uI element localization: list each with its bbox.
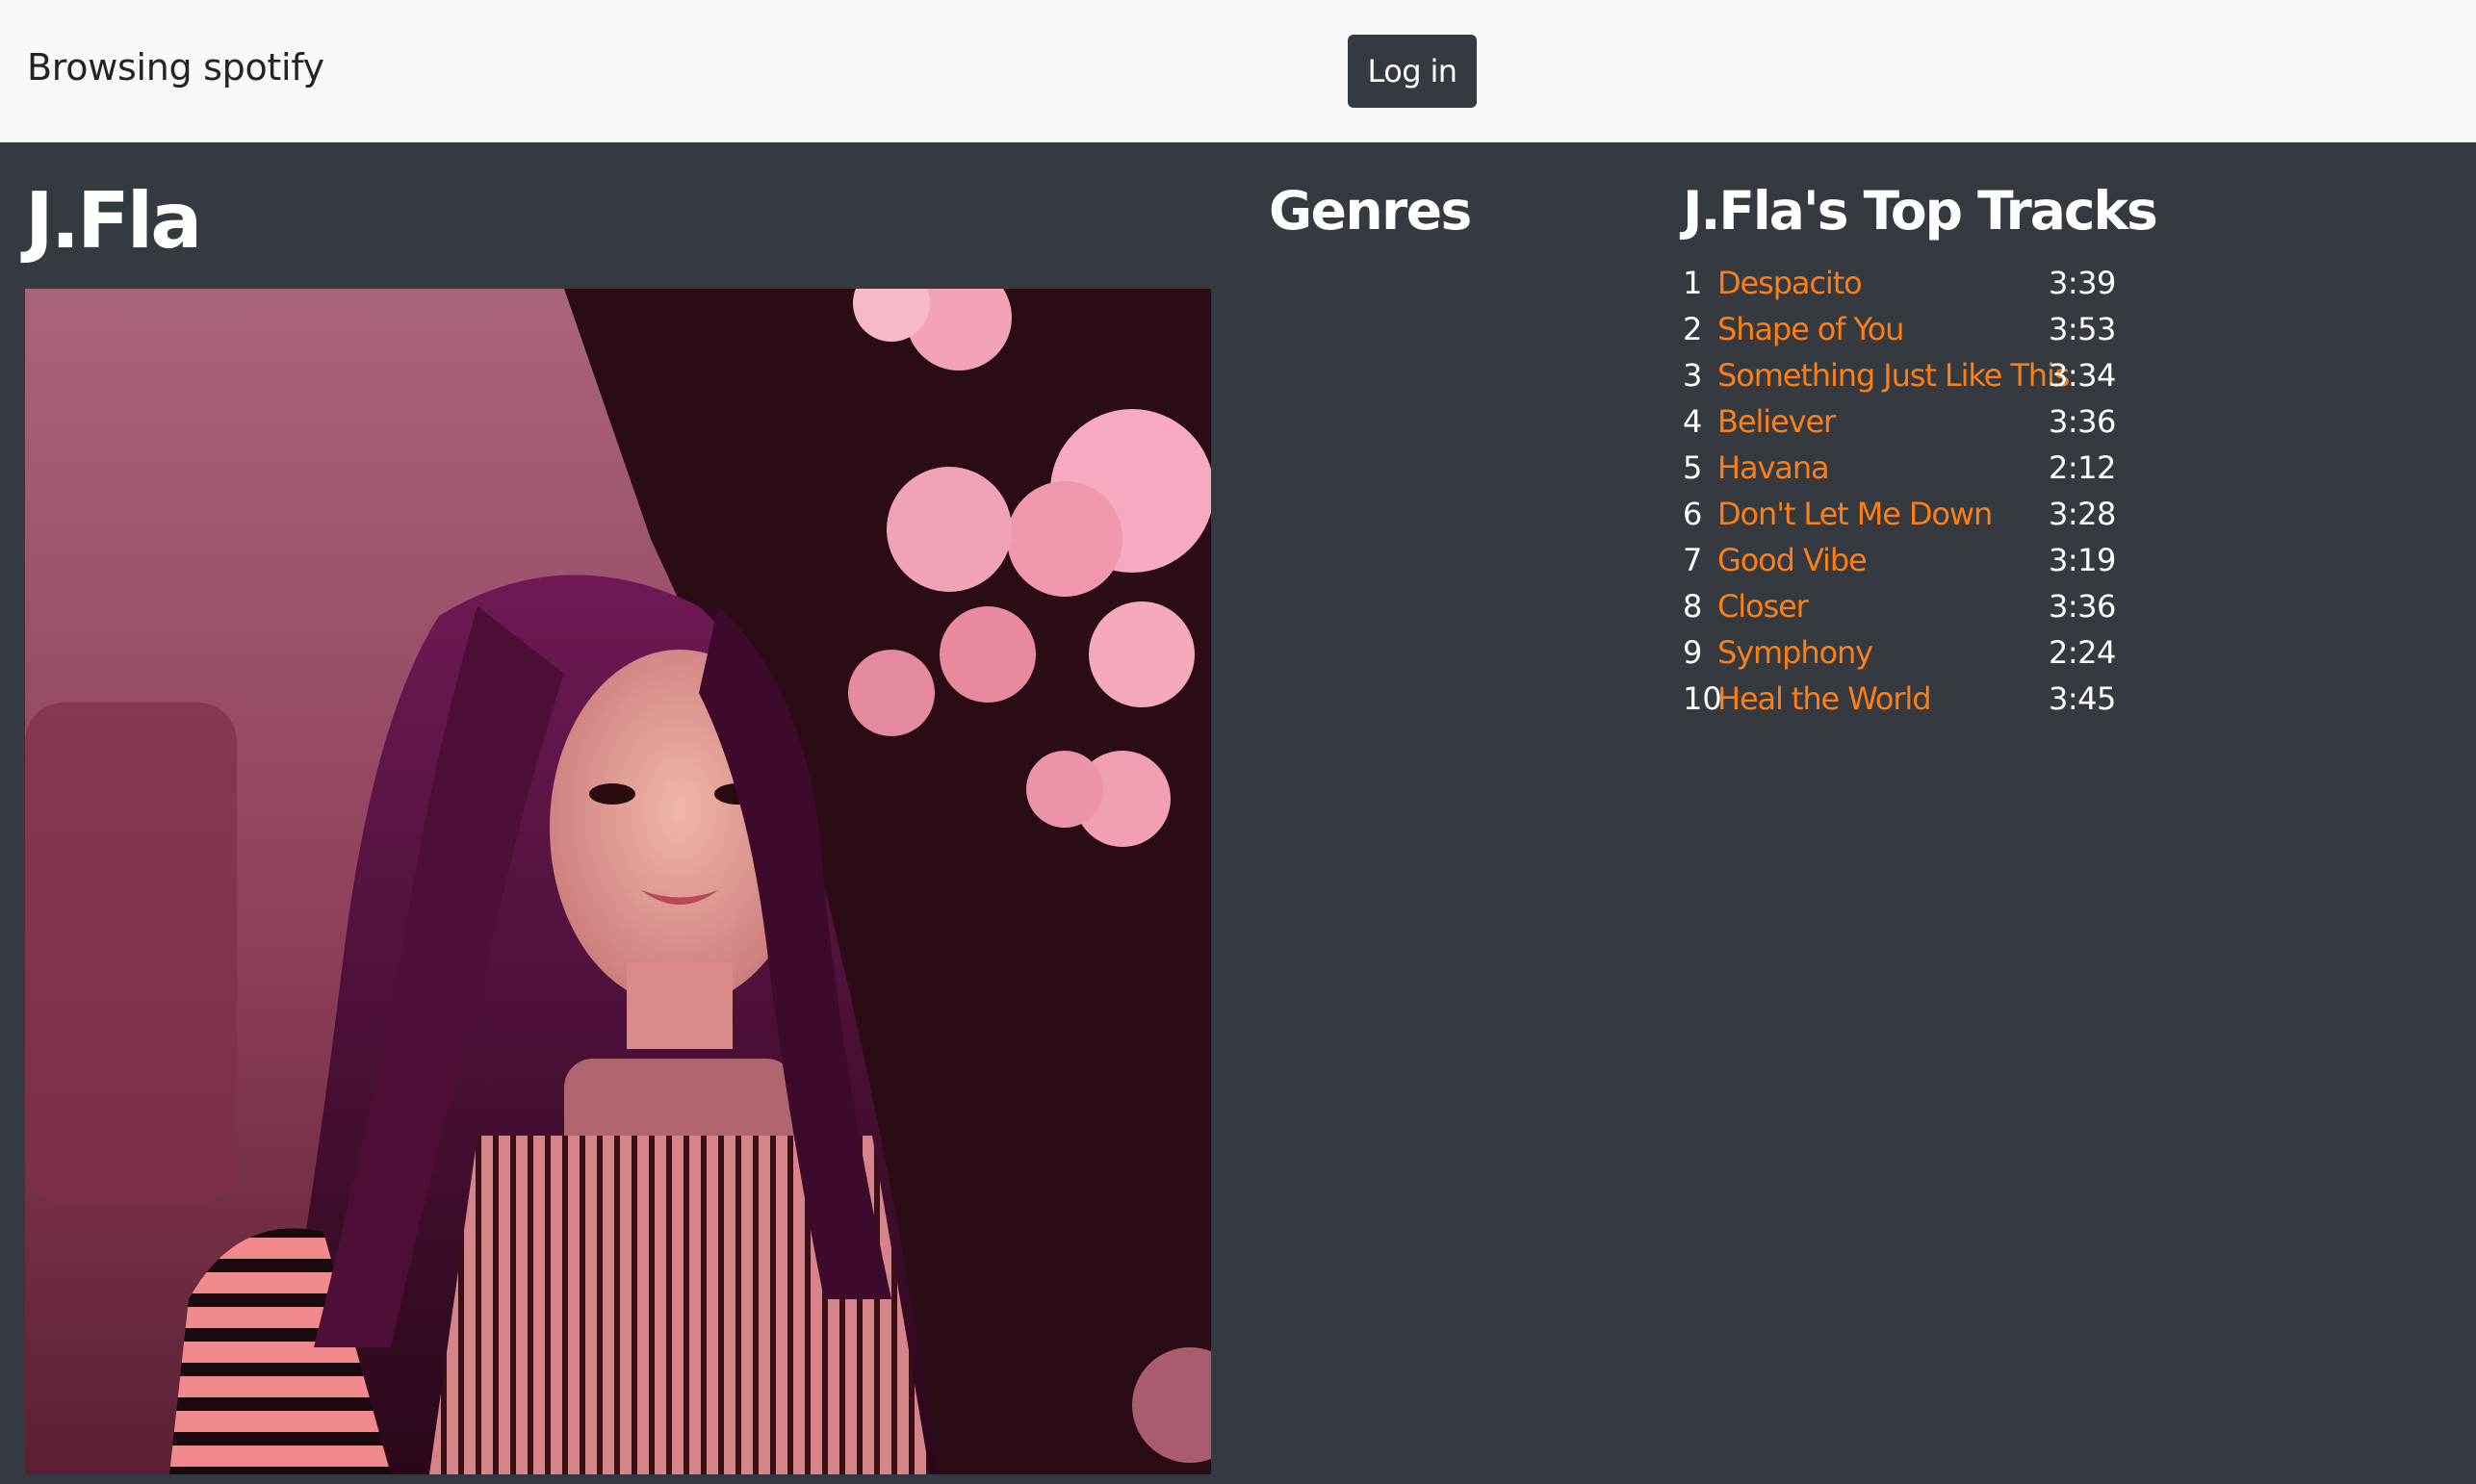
track-row: 10 Heal the World 3:45 <box>1683 676 2126 722</box>
track-number: 8 <box>1683 588 1703 625</box>
track-row: 1 Despacito 3:39 <box>1683 260 2126 306</box>
top-tracks-list: 1 Despacito 3:39 2 Shape of You 3:53 3 S… <box>1683 260 2126 722</box>
track-duration: 3:39 <box>2049 265 2116 301</box>
track-number: 9 <box>1683 634 1703 671</box>
top-tracks-heading: J.Fla's Top Tracks <box>1683 180 2158 242</box>
track-duration: 3:36 <box>2049 588 2116 625</box>
navbar-brand[interactable]: Browsing spotify <box>27 46 324 89</box>
track-duration: 3:36 <box>2049 403 2116 440</box>
track-title-link[interactable]: Don't Let Me Down <box>1717 491 1993 537</box>
track-title-link[interactable]: Havana <box>1717 445 1830 491</box>
track-title-link[interactable]: Despacito <box>1717 260 1863 306</box>
track-number: 10 <box>1683 680 1722 717</box>
navbar: Browsing spotify Log in <box>0 0 2476 142</box>
track-duration: 3:19 <box>2049 542 2116 578</box>
track-duration: 3:53 <box>2049 311 2116 347</box>
track-title-link[interactable]: Shape of You <box>1717 306 1904 352</box>
track-title-link[interactable]: Closer <box>1717 583 1809 629</box>
track-row: 2 Shape of You 3:53 <box>1683 306 2126 352</box>
artist-name: J.Fla <box>25 176 202 266</box>
track-duration: 2:24 <box>2049 634 2116 671</box>
track-number: 2 <box>1683 311 1703 347</box>
track-duration: 3:34 <box>2049 357 2116 394</box>
track-number: 4 <box>1683 403 1703 440</box>
track-number: 7 <box>1683 542 1703 578</box>
track-duration: 2:12 <box>2049 449 2116 486</box>
track-title-link[interactable]: Something Just Like This <box>1717 352 2070 398</box>
track-row: 5 Havana 2:12 <box>1683 445 2126 491</box>
genres-heading: Genres <box>1269 180 1472 242</box>
track-title-link[interactable]: Symphony <box>1717 629 1873 676</box>
track-row: 8 Closer 3:36 <box>1683 583 2126 629</box>
track-row: 6 Don't Let Me Down 3:28 <box>1683 491 2126 537</box>
track-row: 4 Believer 3:36 <box>1683 398 2126 445</box>
artist-image <box>25 289 1211 1474</box>
track-number: 5 <box>1683 449 1703 486</box>
track-row: 7 Good Vibe 3:19 <box>1683 537 2126 583</box>
track-duration: 3:45 <box>2049 680 2116 717</box>
login-button[interactable]: Log in <box>1348 35 1477 108</box>
track-number: 6 <box>1683 496 1703 532</box>
track-number: 1 <box>1683 265 1703 301</box>
track-title-link[interactable]: Believer <box>1717 398 1836 445</box>
track-duration: 3:28 <box>2049 496 2116 532</box>
track-title-link[interactable]: Heal the World <box>1717 676 1932 722</box>
track-row: 9 Symphony 2:24 <box>1683 629 2126 676</box>
track-number: 3 <box>1683 357 1703 394</box>
track-title-link[interactable]: Good Vibe <box>1717 537 1868 583</box>
track-row: 3 Something Just Like This 3:34 <box>1683 352 2126 398</box>
